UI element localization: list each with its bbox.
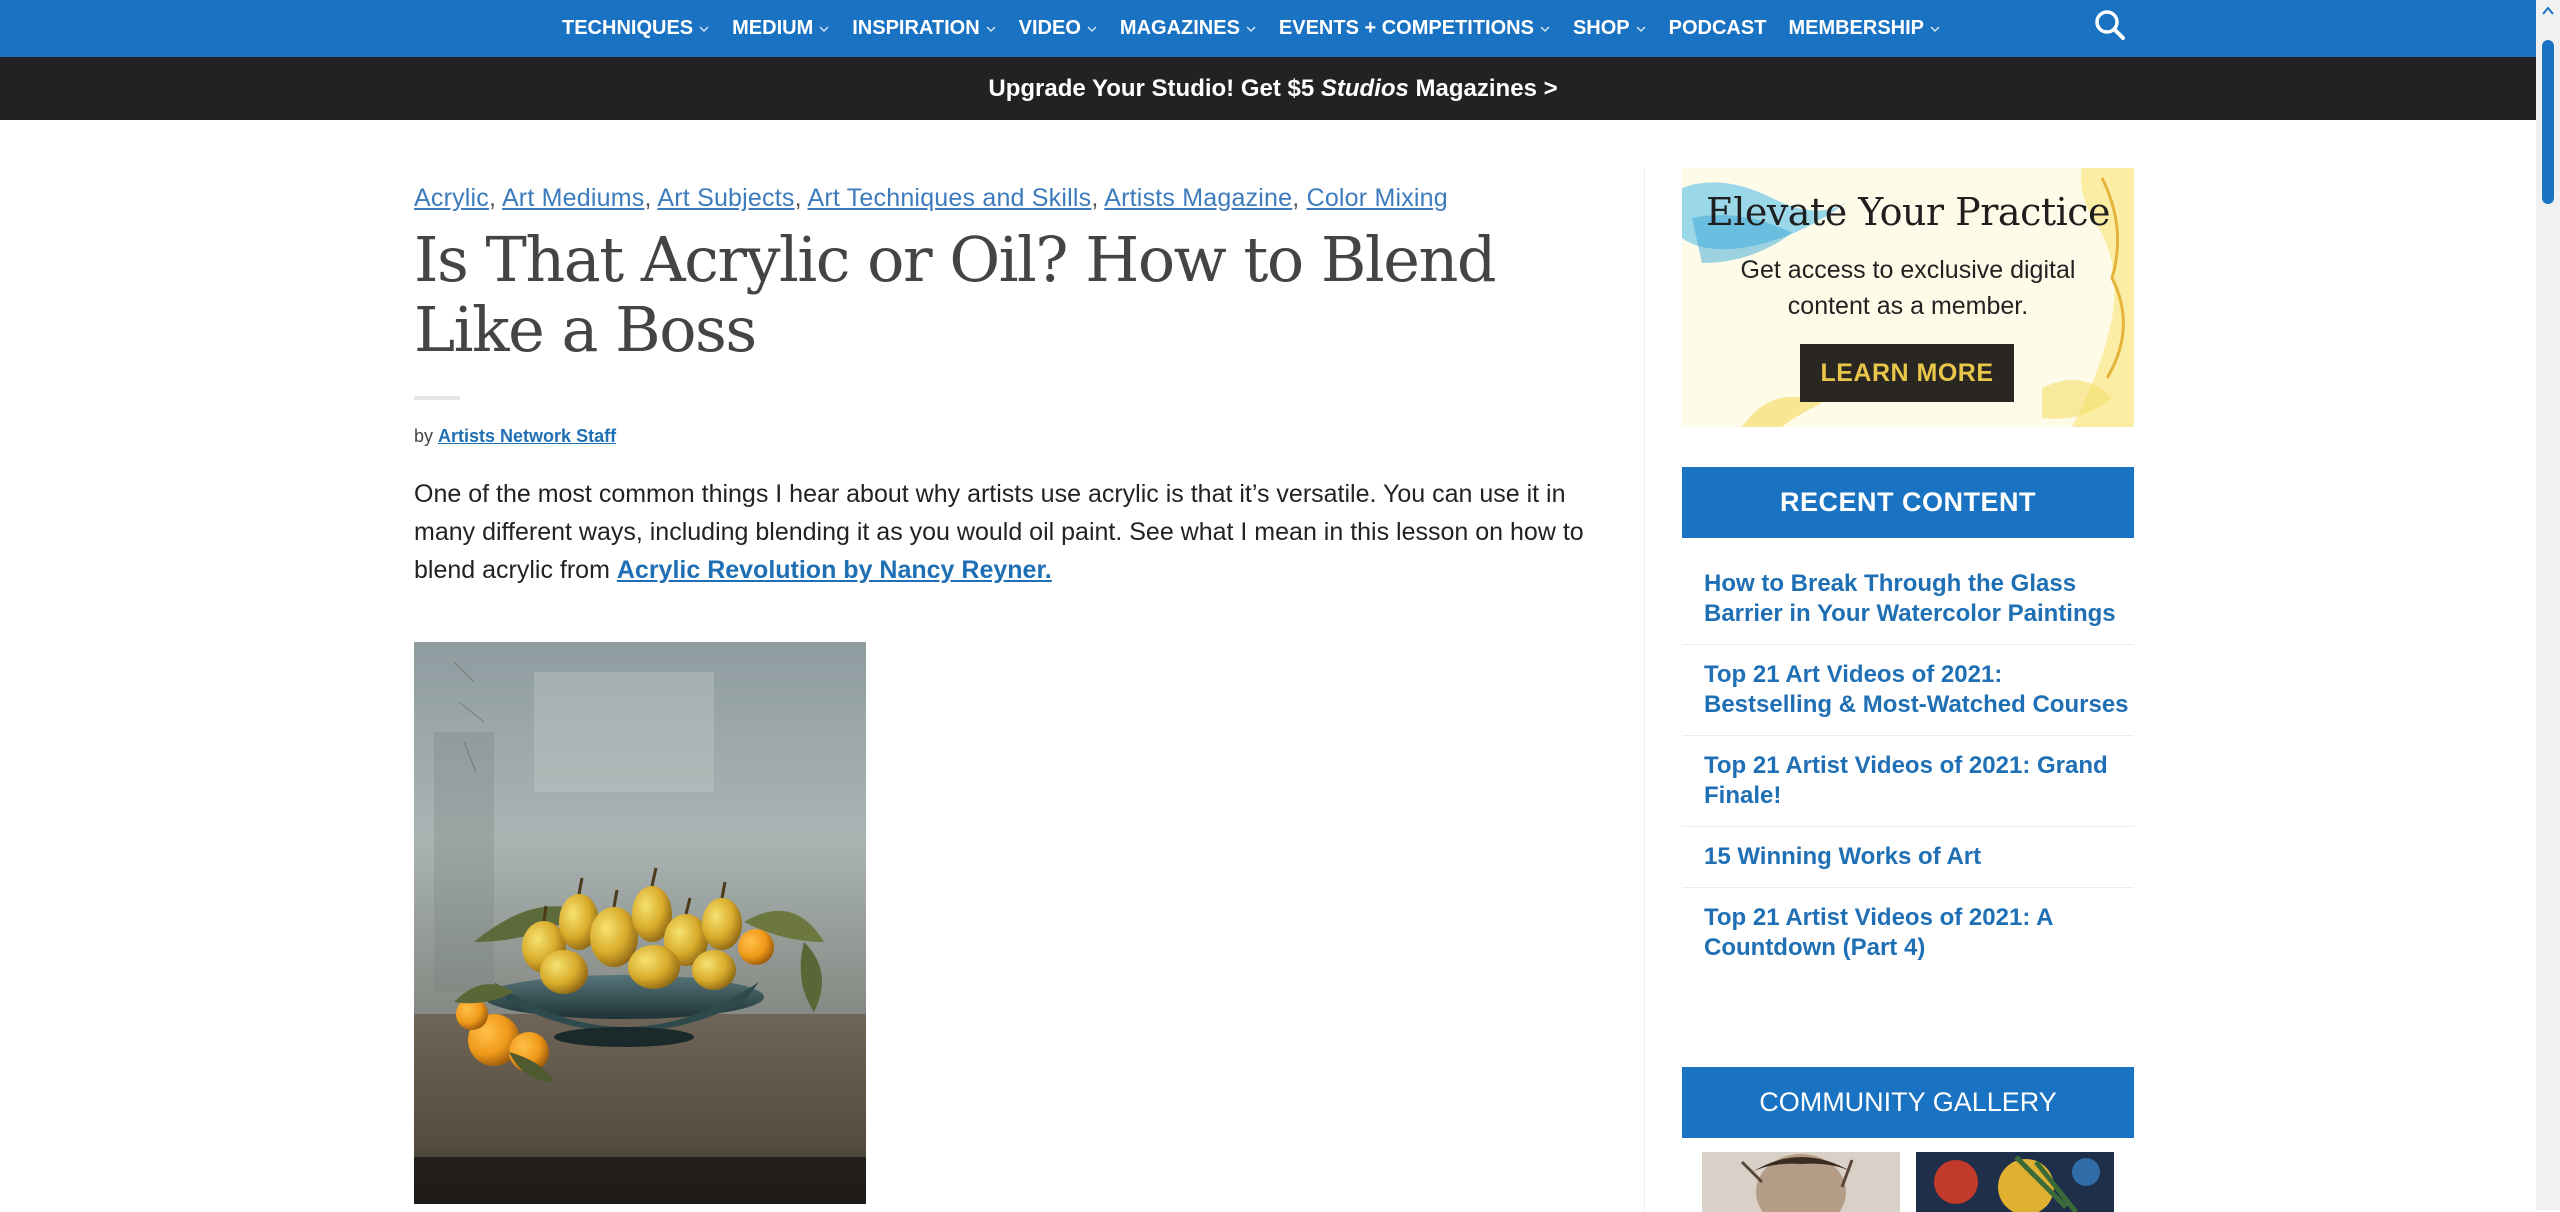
- nav-item-medium[interactable]: MEDIUM: [732, 17, 830, 40]
- nav-item-podcast[interactable]: PODCAST: [1669, 17, 1767, 40]
- nav-item-label: EVENTS + COMPETITIONS: [1278, 17, 1534, 39]
- recent-content-link[interactable]: Top 21 Art Videos of 2021: Bestselling &…: [1682, 645, 2134, 736]
- top-nav-bar: TECHNIQUES MEDIUM INSPIRATION VIDEO MAGAZINE…: [0, 0, 2536, 57]
- nav-item-inspiration[interactable]: INSPIRATION: [852, 17, 996, 40]
- category-separator: ,: [1292, 184, 1307, 212]
- category-separator: ,: [489, 184, 502, 212]
- chevron-down-icon: [1540, 25, 1550, 32]
- recent-content-link[interactable]: 15 Winning Works of Art: [1682, 827, 2134, 888]
- nav-item-label: TECHNIQUES: [562, 17, 694, 39]
- title-divider: [414, 396, 460, 400]
- chevron-down-icon: [986, 25, 996, 32]
- nav-item-label: VIDEO: [1018, 17, 1081, 39]
- chevron-down-icon: [1636, 25, 1646, 32]
- recent-content-link[interactable]: Top 21 Artist Videos of 2021: A Countdow…: [1682, 888, 2134, 978]
- category-link[interactable]: Art Techniques and Skills: [807, 184, 1091, 212]
- recent-content-link[interactable]: Top 21 Artist Videos of 2021: Grand Fina…: [1682, 736, 2134, 827]
- community-gallery-header: COMMUNITY GALLERY: [1682, 1067, 2134, 1138]
- gallery-thumbnail[interactable]: [1916, 1152, 2114, 1212]
- nav-item-label: MEMBERSHIP: [1788, 17, 1925, 39]
- article-title: Is That Acrylic or Oil? How to Blend Lik…: [414, 223, 1497, 366]
- promo-text-emphasis: Studios: [1320, 74, 1409, 102]
- article-intro: One of the most common things I hear abo…: [414, 475, 1614, 589]
- author-link[interactable]: Artists Network Staff: [438, 426, 616, 446]
- column-divider: [1644, 168, 1645, 1210]
- recent-content-header: RECENT CONTENT: [1682, 467, 2134, 538]
- category-link[interactable]: Art Subjects: [657, 184, 794, 212]
- ad-subtitle: Get access to exclusive digital content …: [1740, 256, 2076, 320]
- nav-item-label: SHOP: [1572, 17, 1630, 39]
- promo-link[interactable]: Upgrade Your Studio! Get $5 Studios Maga…: [988, 75, 1557, 103]
- nav-item-label: MEDIUM: [732, 17, 814, 39]
- nav-item-techniques[interactable]: TECHNIQUES: [562, 17, 710, 40]
- category-link[interactable]: Art Mediums: [502, 184, 645, 212]
- learn-more-button[interactable]: LEARN MORE: [1800, 344, 2014, 402]
- recent-content-list: How to Break Through the Glass Barrier i…: [1682, 554, 2134, 978]
- chevron-down-icon: [1930, 25, 1940, 32]
- promo-text-end: Magazines >: [1408, 74, 1558, 102]
- nav-item-membership[interactable]: MEMBERSHIP: [1788, 17, 1941, 40]
- promo-text-start: Upgrade Your Studio! Get $5: [988, 74, 1321, 102]
- nav-item-label: PODCAST: [1668, 17, 1767, 39]
- page-scrollbar[interactable]: [2536, 0, 2560, 1210]
- category-separator: ,: [1091, 184, 1105, 212]
- chevron-down-icon: [819, 25, 829, 32]
- scroll-up-arrow-icon[interactable]: [2542, 4, 2554, 18]
- article-image: [414, 642, 866, 1204]
- ad-title: Elevate Your Practice: [1705, 190, 2111, 234]
- membership-ad[interactable]: Elevate Your Practice Get access to excl…: [1682, 168, 2134, 427]
- search-icon[interactable]: [2093, 8, 2127, 42]
- gallery-thumbnail[interactable]: [1702, 1152, 1900, 1212]
- recent-content-link[interactable]: How to Break Through the Glass Barrier i…: [1682, 554, 2134, 645]
- nav-menu: TECHNIQUES MEDIUM INSPIRATION VIDEO MAGAZINE…: [562, 0, 1941, 57]
- nav-item-video[interactable]: VIDEO: [1019, 17, 1098, 40]
- category-link[interactable]: Artists Magazine: [1104, 184, 1292, 212]
- nav-item-label: INSPIRATION: [852, 17, 980, 39]
- community-gallery: [1682, 1138, 2134, 1212]
- category-separator: ,: [794, 184, 808, 212]
- byline: by Artists Network Staff: [414, 426, 616, 447]
- nav-item-magazines[interactable]: MAGAZINES: [1120, 17, 1257, 40]
- nav-item-label: MAGAZINES: [1119, 17, 1240, 39]
- category-links: Acrylic, Art Mediums, Art Subjects, Art …: [414, 184, 1448, 213]
- chevron-down-icon: [1087, 25, 1097, 32]
- promo-banner: Upgrade Your Studio! Get $5 Studios Maga…: [0, 57, 2536, 120]
- category-link[interactable]: Acrylic: [414, 184, 489, 212]
- chevron-down-icon: [1246, 25, 1256, 32]
- book-link[interactable]: Acrylic Revolution by Nancy Reyner.: [617, 556, 1052, 584]
- scrollbar-thumb[interactable]: [2542, 40, 2554, 204]
- nav-item-shop[interactable]: SHOP: [1573, 17, 1647, 40]
- category-separator: ,: [644, 184, 658, 212]
- category-link[interactable]: Color Mixing: [1307, 184, 1448, 212]
- chevron-down-icon: [699, 25, 709, 32]
- byline-prefix: by: [414, 426, 434, 446]
- nav-item-events-competitions[interactable]: EVENTS + COMPETITIONS: [1279, 17, 1551, 40]
